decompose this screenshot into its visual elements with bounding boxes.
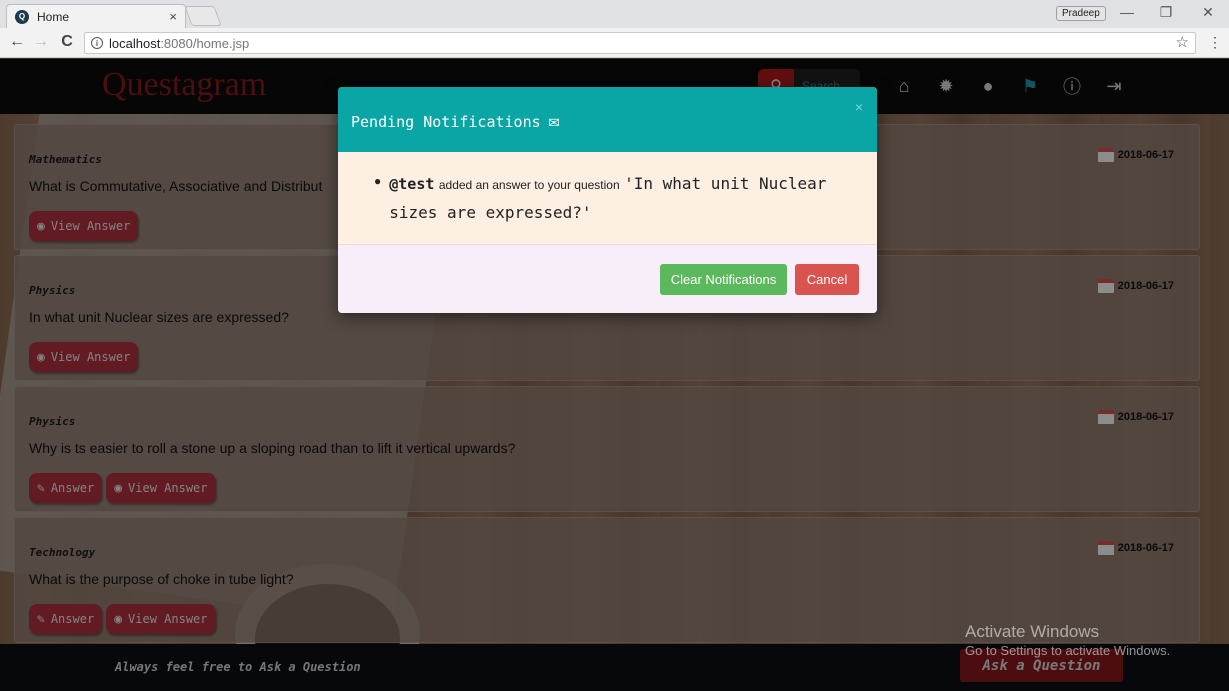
browser-toolbar: ← → C i localhost :8080/home.jsp ☆ ⋮ [0,28,1229,58]
browser-tab[interactable]: Q Home × [6,4,186,28]
envelope-icon: ✉ [548,111,560,132]
forward-icon[interactable]: → [32,33,50,51]
url-path: :8080/home.jsp [160,35,250,51]
minimize-icon[interactable]: — [1117,4,1137,20]
modal-title: Pending Notifications ✉ [351,111,560,132]
notifications-modal: Pending Notifications ✉ × ● @test added … [338,87,877,313]
close-icon[interactable]: × [855,99,863,115]
modal-body: ● @test added an answer to your question… [338,152,877,244]
watermark-title: Activate Windows [965,622,1100,641]
modal-footer: Clear Notifications Cancel [338,244,877,313]
modal-header: Pending Notifications ✉ × [338,87,877,152]
cancel-button[interactable]: Cancel [795,264,859,295]
info-icon[interactable]: i [91,37,103,49]
url-host: localhost [109,35,161,51]
activate-windows-watermark: Activate Windows Go to Settings to activ… [965,622,1170,658]
profile-button[interactable]: Pradeep [1056,6,1106,21]
restore-icon[interactable]: ❐ [1156,4,1176,21]
address-bar[interactable]: i localhost :8080/home.jsp ☆ [84,32,1196,54]
tab-title: Home [37,9,70,24]
bullet-icon: ● [374,174,382,188]
new-tab-button[interactable] [184,6,222,26]
browser-menu-icon[interactable]: ⋮ [1208,34,1222,51]
clear-notifications-button[interactable]: Clear Notifications [660,264,787,295]
notification-item: ● @test added an answer to your question… [374,170,877,228]
browser-titlebar: Q Home × Pradeep — ❐ ✕ [0,0,1229,28]
watermark-subtitle: Go to Settings to activate Windows. [965,643,1171,658]
tab-close-icon[interactable]: × [169,9,177,24]
close-window-icon[interactable]: ✕ [1198,4,1218,21]
back-icon[interactable]: ← [8,33,26,51]
favicon-icon: Q [15,9,29,24]
notification-message: added an answer to your question [438,178,620,192]
notification-user[interactable]: @test [389,175,434,193]
bookmark-star-icon[interactable]: ☆ [1176,33,1189,51]
reload-icon[interactable]: C [58,33,76,51]
